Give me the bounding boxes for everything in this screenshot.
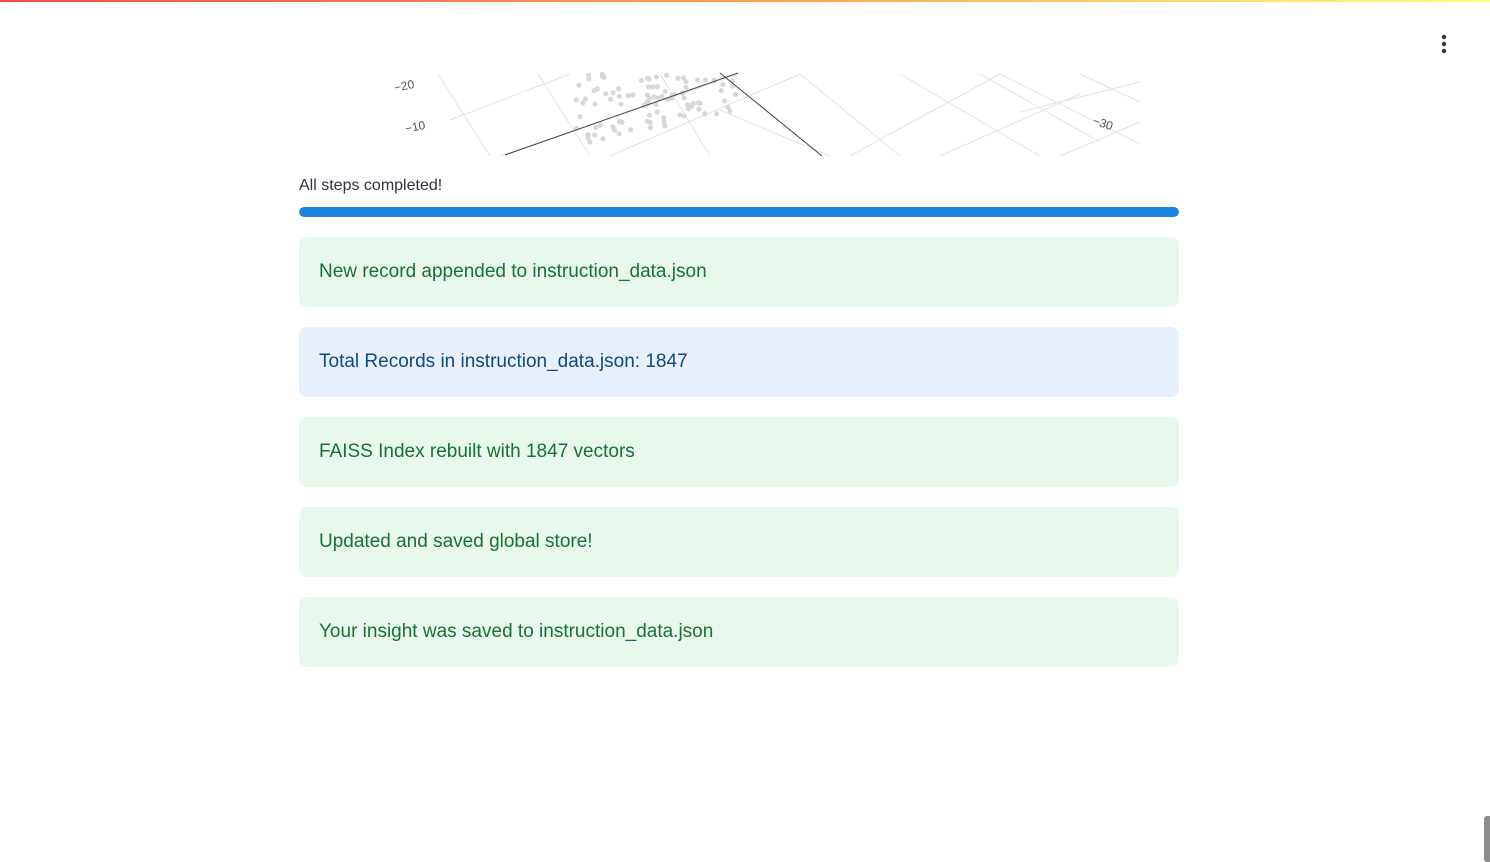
alert-faiss-rebuilt: FAISS Index rebuilt with 1847 vectors: [299, 417, 1179, 487]
plot-point: [586, 76, 592, 82]
grid-line: [1079, 73, 1140, 103]
plot-point: [661, 119, 667, 125]
plot-point: [650, 84, 656, 90]
plot-point: [592, 101, 598, 107]
plot-point: [662, 88, 668, 94]
plot-point: [597, 122, 603, 128]
progress-bar-fill: [299, 207, 1179, 217]
main-menu-button[interactable]: [1430, 30, 1458, 58]
plot-point: [577, 114, 583, 120]
alert-text: Your insight was saved to instruction_da…: [319, 621, 714, 642]
alert-text: Updated and saved global store!: [319, 531, 593, 552]
plot-point: [646, 112, 653, 118]
alert-record-appended: New record appended to instruction_data.…: [299, 237, 1179, 307]
alert-text: Total Records in instruction_data.json: …: [319, 351, 688, 372]
plot-point: [683, 79, 689, 85]
plot-point: [662, 123, 668, 129]
alert-text: FAISS Index rebuilt with 1847 vectors: [319, 441, 635, 462]
grid-line: [849, 73, 1001, 156]
plot-point: [610, 124, 616, 130]
progress-bar: [299, 207, 1179, 217]
plot-point: [583, 96, 589, 102]
plot-point: [720, 81, 726, 88]
plot-point: [616, 93, 622, 99]
kebab-menu-icon: [1441, 34, 1447, 54]
plot-point: [585, 132, 591, 138]
plot-point: [600, 136, 606, 142]
plot-point: [616, 86, 622, 92]
plot-point: [695, 100, 701, 106]
grid-line: [999, 73, 1140, 145]
alert-global-store-saved: Updated and saved global store!: [299, 507, 1179, 577]
plot-point: [675, 75, 681, 81]
plot-point: [576, 82, 582, 88]
plot-point: [617, 119, 623, 125]
plot-point: [681, 95, 687, 101]
plot-point: [654, 109, 660, 115]
plot-point: [714, 111, 720, 117]
plot-point: [722, 98, 728, 104]
plot-point: [732, 91, 739, 98]
plot-point: [628, 127, 634, 133]
plot-point: [647, 119, 653, 126]
plot-point: [702, 111, 708, 117]
plot-point: [592, 132, 598, 138]
plot-point: [677, 112, 683, 118]
plot-point: [648, 125, 654, 131]
scatter-3d-plot[interactable]: −20 −10 −30: [380, 72, 1140, 156]
page-scrollbar-thumb[interactable]: [1484, 816, 1490, 862]
plot-point: [683, 84, 689, 90]
plot-point: [696, 106, 702, 112]
plot-point: [644, 92, 651, 98]
plot-point: [603, 91, 609, 97]
grid-line: [537, 73, 591, 156]
grid-line: [799, 73, 901, 156]
plot-point: [654, 84, 660, 90]
grid-line: [1019, 81, 1140, 113]
plot-point: [618, 101, 624, 107]
axis-line: [719, 72, 823, 156]
tick-label-minus-20: −20: [393, 77, 416, 95]
alert-total-records: Total Records in instruction_data.json: …: [299, 327, 1179, 397]
plot-point: [655, 95, 661, 101]
plot-point: [630, 92, 636, 98]
top-decoration-bar: [0, 0, 1490, 2]
alert-text: New record appended to instruction_data.…: [319, 261, 707, 282]
plot-point: [718, 88, 724, 94]
main-content: All steps completed! New record appended…: [299, 176, 1179, 667]
plot-point: [695, 77, 701, 83]
plot-point: [653, 74, 660, 80]
grid-line: [899, 73, 1041, 156]
alerts-list: New record appended to instruction_data.…: [299, 237, 1179, 667]
plot-point: [690, 100, 696, 107]
plot-grid: [437, 73, 1140, 156]
tick-label-minus-10: −10: [404, 118, 427, 136]
plot-point: [645, 75, 651, 81]
plot-point: [610, 90, 616, 96]
plot-point: [625, 93, 631, 99]
plot-point: [593, 124, 599, 131]
plot-point: [573, 97, 579, 103]
progress-label: All steps completed!: [299, 177, 443, 194]
plot-point: [616, 131, 622, 137]
plot-point: [607, 96, 614, 102]
plot-point: [587, 139, 593, 145]
plot-point: [663, 72, 670, 78]
plot-point: [702, 77, 708, 83]
alert-insight-saved: Your insight was saved to instruction_da…: [299, 597, 1179, 667]
plot-point: [594, 86, 600, 92]
plot-point: [725, 104, 731, 110]
plot-point: [639, 77, 645, 83]
